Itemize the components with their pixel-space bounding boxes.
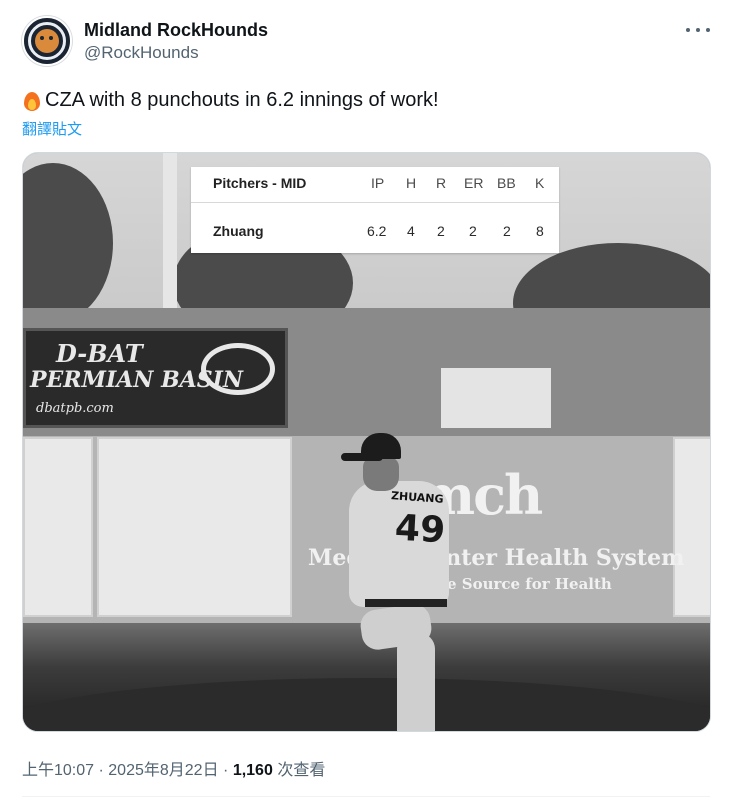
tweet-photo[interactable]: D-BAT PERMIAN BASIN dbatpb.com mch Medic… <box>22 152 711 732</box>
more-options-icon[interactable] <box>686 20 710 40</box>
view-count-label: 次查看 <box>277 762 326 779</box>
tweet-header: Midland RockHounds @RockHounds <box>22 16 716 72</box>
author-handle[interactable]: @RockHounds <box>84 42 268 64</box>
box-score-header: Pitchers - MID IP H R ER BB K <box>213 175 545 191</box>
dbat-sign: D-BAT PERMIAN BASIN dbatpb.com <box>23 328 288 428</box>
box-score: Pitchers - MID IP H R ER BB K Zhuang 6.2… <box>191 167 559 253</box>
fire-icon <box>22 88 42 112</box>
tweet-time[interactable]: 上午10:07 <box>22 762 94 779</box>
tweet-date[interactable]: 2025年8月22日 <box>108 762 218 779</box>
pitcher-figure: ZHUANG 49 <box>323 313 473 731</box>
box-score-row: Zhuang 6.2 4 2 2 2 8 <box>213 223 544 239</box>
view-count: 1,160 <box>232 762 273 779</box>
divider <box>22 796 710 797</box>
avatar[interactable] <box>22 16 72 66</box>
author-display-name[interactable]: Midland RockHounds <box>84 18 268 42</box>
jersey-number: 49 <box>393 507 447 552</box>
tweet-meta: 上午10:07 · 2025年8月22日 · 1,160 次查看 <box>22 762 326 779</box>
translate-link[interactable]: 翻譯貼文 <box>22 118 82 139</box>
tweet-text: CZA with 8 punchouts in 6.2 innings of w… <box>22 86 439 114</box>
tweet-body: CZA with 8 punchouts in 6.2 innings of w… <box>45 89 439 111</box>
author-names: Midland RockHounds @RockHounds <box>84 18 268 64</box>
